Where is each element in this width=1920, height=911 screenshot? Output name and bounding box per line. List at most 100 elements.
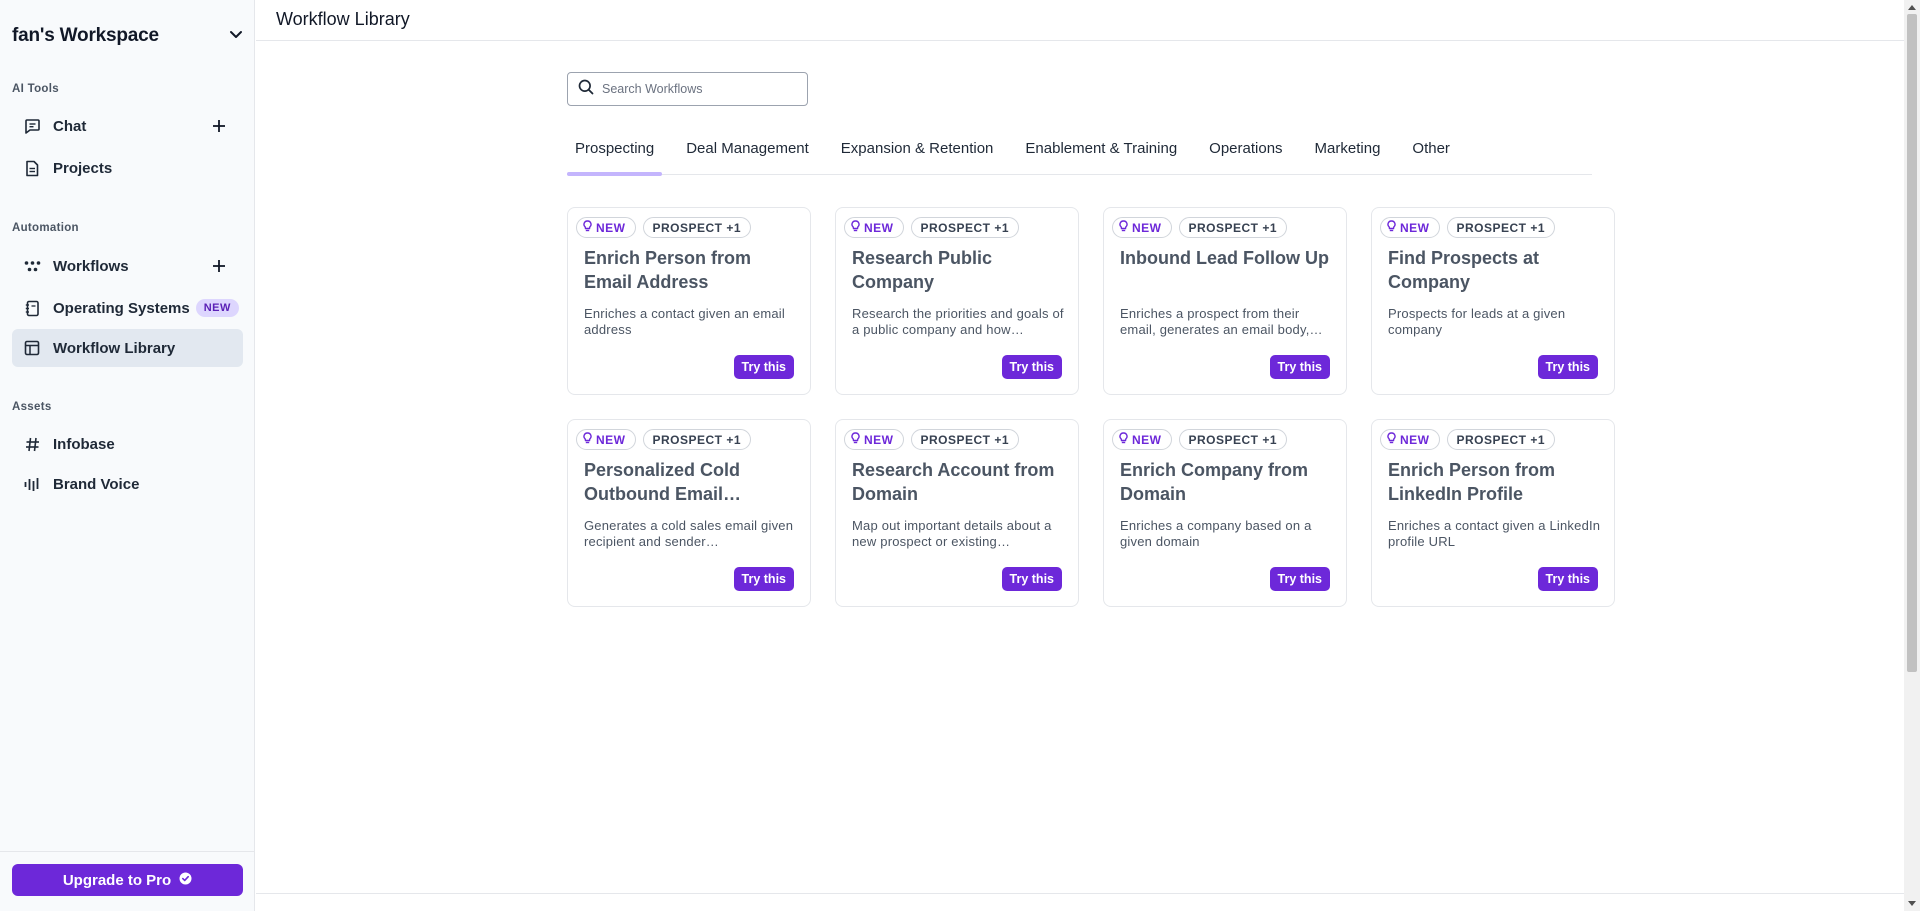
card-title: Enrich Person from LinkedIn Profile (1388, 460, 1556, 504)
notebook-icon (23, 299, 41, 317)
card-description: Enriches a prospect from their email, ge… (1120, 306, 1323, 337)
workflow-card[interactable]: NEW PROSPECT +1 Inbound Lead Follow Up E… (1103, 207, 1347, 395)
workflow-card[interactable]: NEW PROSPECT +1 Enrich Person from Email… (567, 207, 811, 395)
card-description: Enriches a company based on a given doma… (1120, 518, 1312, 549)
card-description: Generates a cold sales email given recip… (584, 518, 794, 549)
new-badge: NEW (576, 429, 636, 450)
tab-other[interactable]: Other (1404, 136, 1458, 175)
layout-icon (23, 339, 41, 357)
sidebar-item-chat[interactable]: Chat (12, 107, 243, 145)
workflow-dots-icon (23, 257, 41, 275)
try-this-button[interactable]: Try this (1537, 567, 1598, 591)
verified-badge-icon (179, 872, 192, 889)
card-title: Research Account from Domain (852, 460, 1055, 504)
try-this-button[interactable]: Try this (1001, 355, 1062, 379)
try-this-button[interactable]: Try this (733, 355, 794, 379)
sidebar-item-label: Brand Voice (53, 475, 140, 493)
tab-operations[interactable]: Operations (1201, 136, 1290, 175)
sidebar-item-label: Infobase (53, 435, 115, 453)
category-tabs: Prospecting Deal Management Expansion & … (567, 136, 1592, 176)
sidebar-item-projects[interactable]: Projects (12, 149, 243, 187)
topbar: Workflow Library (256, 0, 1904, 41)
lightbulb-icon (1119, 220, 1128, 235)
workflow-card[interactable]: NEW PROSPECT +1 Enrich Company from Doma… (1103, 419, 1347, 607)
lightbulb-icon (851, 432, 860, 447)
new-workflow-plus-icon[interactable] (209, 256, 229, 276)
category-badge: PROSPECT +1 (910, 429, 1020, 450)
card-title: Personalized Cold Outbound Email… (584, 460, 741, 504)
page-title: Workflow Library (276, 9, 410, 29)
category-badge: PROSPECT +1 (1446, 217, 1556, 238)
category-badge: PROSPECT +1 (1446, 429, 1556, 450)
try-this-button[interactable]: Try this (733, 567, 794, 591)
new-badge-label: NEW (864, 432, 894, 447)
chat-icon (23, 117, 41, 135)
sidebar-item-operating-systems[interactable]: Operating Systems NEW (12, 289, 243, 327)
page-scrollbar[interactable] (1904, 0, 1920, 911)
try-this-button[interactable]: Try this (1001, 567, 1062, 591)
workflow-card[interactable]: NEW PROSPECT +1 Research Public Company … (835, 207, 1079, 395)
new-badge: NEW (576, 217, 636, 238)
new-badge: NEW (1380, 217, 1440, 238)
new-badge: NEW (844, 217, 904, 238)
new-chat-plus-icon[interactable] (209, 116, 229, 136)
try-this-button[interactable]: Try this (1537, 355, 1598, 379)
tab-marketing[interactable]: Marketing (1307, 136, 1389, 175)
section-label-assets: Assets (12, 401, 52, 413)
workflow-card[interactable]: NEW PROSPECT +1 Research Account from Do… (835, 419, 1079, 607)
category-badge: PROSPECT +1 (642, 217, 752, 238)
workflow-card[interactable]: NEW PROSPECT +1 Personalized Cold Outbou… (567, 419, 811, 607)
sidebar-item-infobase[interactable]: Infobase (12, 425, 243, 463)
category-badge: PROSPECT +1 (1178, 217, 1288, 238)
new-badge-label: NEW (596, 432, 626, 447)
card-title: Enrich Company from Domain (1120, 460, 1309, 504)
sidebar: fan's Workspace AI Tools Chat Projects A… (0, 0, 255, 911)
sidebar-item-workflow-library[interactable]: Workflow Library (12, 329, 243, 367)
tab-prospecting[interactable]: Prospecting (567, 136, 663, 176)
scrollbar-thumb[interactable] (1907, 14, 1917, 672)
new-badge: NEW (195, 299, 239, 317)
search-input[interactable] (602, 82, 792, 96)
upgrade-to-pro-button[interactable]: Upgrade to Pro (12, 864, 243, 896)
try-this-button[interactable]: Try this (1269, 567, 1330, 591)
sidebar-item-label: Workflow Library (53, 339, 176, 357)
new-badge-label: NEW (1400, 432, 1430, 447)
sidebar-item-brand-voice[interactable]: Brand Voice (12, 465, 243, 503)
scroll-up-arrow-icon[interactable] (1904, 0, 1920, 14)
sidebar-item-label: Projects (53, 159, 113, 177)
tab-expansion-retention[interactable]: Expansion & Retention (833, 136, 1002, 175)
lightbulb-icon (1387, 220, 1396, 235)
new-badge: NEW (1380, 429, 1440, 450)
upgrade-label: Upgrade to Pro (62, 871, 172, 889)
category-badge: PROSPECT +1 (642, 429, 752, 450)
tab-deal-management[interactable]: Deal Management (678, 136, 817, 175)
workflow-card[interactable]: NEW PROSPECT +1 Find Prospects at Compan… (1371, 207, 1615, 395)
new-badge: NEW (1112, 429, 1172, 450)
card-description: Map out important details about a new pr… (852, 518, 1052, 549)
try-this-button[interactable]: Try this (1269, 355, 1330, 379)
new-badge: NEW (844, 429, 904, 450)
sidebar-item-label: Operating Systems (53, 299, 190, 317)
hash-icon (23, 435, 41, 453)
workspace-switcher[interactable]: fan's Workspace (12, 22, 244, 50)
sidebar-item-workflows[interactable]: Workflows (12, 247, 243, 285)
card-title: Find Prospects at Company (1388, 248, 1540, 292)
sidebar-item-label: Workflows (53, 257, 129, 275)
workspace-name: fan's Workspace (12, 25, 159, 46)
search-icon (578, 79, 594, 100)
lightbulb-icon (1119, 432, 1128, 447)
card-description: Enriches a contact given a LinkedIn prof… (1388, 518, 1601, 549)
section-label-ai-tools: AI Tools (12, 83, 59, 95)
scroll-down-arrow-icon[interactable] (1904, 897, 1920, 911)
chevron-down-icon[interactable] (228, 26, 244, 47)
workflow-card[interactable]: NEW PROSPECT +1 Enrich Person from Linke… (1371, 419, 1615, 607)
new-badge-label: NEW (596, 220, 626, 235)
lightbulb-icon (851, 220, 860, 235)
tab-enablement-training[interactable]: Enablement & Training (1017, 136, 1185, 175)
card-description: Prospects for leads at a given company (1388, 306, 1566, 337)
audio-bars-icon (23, 475, 41, 493)
card-description: Research the priorities and goals of a p… (852, 306, 1064, 337)
lightbulb-icon (583, 432, 592, 447)
search-field[interactable] (567, 72, 808, 106)
card-title: Inbound Lead Follow Up (1120, 248, 1329, 268)
